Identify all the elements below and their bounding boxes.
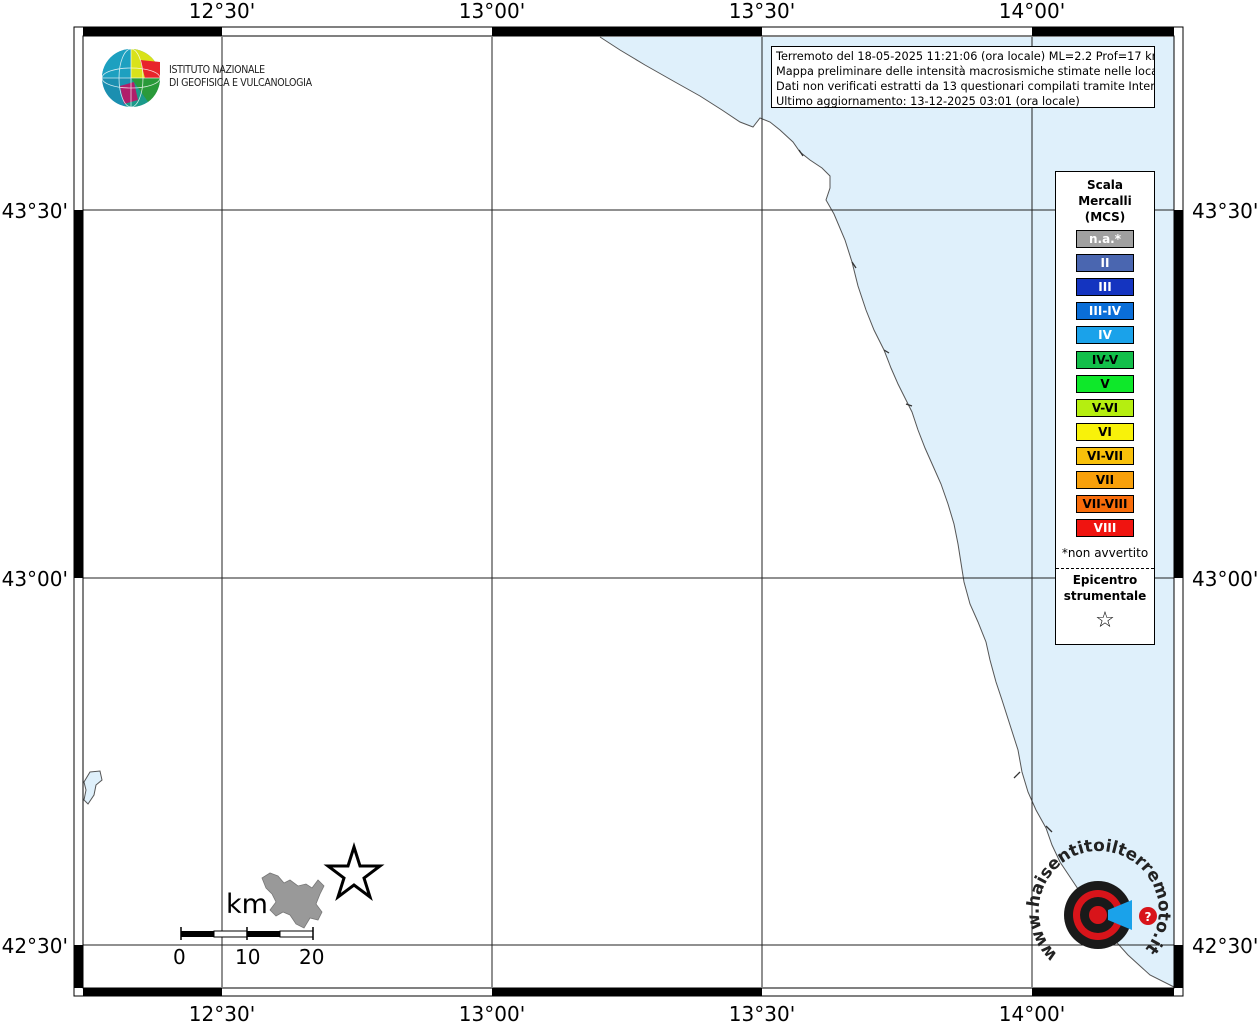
scale-label: 0 [173, 945, 186, 969]
lon-label: 12°30' [189, 0, 255, 23]
lon-label: 14°00' [999, 0, 1065, 23]
legend-epicenter: Epicentro strumentale ☆ [1056, 572, 1154, 634]
lat-label: 43°30' [1192, 199, 1257, 223]
lon-label: 13°30' [729, 1002, 795, 1024]
legend-title: Scala Mercalli (MCS) [1056, 172, 1154, 225]
lat-label: 42°30' [1192, 934, 1257, 958]
legend-swatch: n.a.* [1076, 230, 1134, 248]
ingv-line2: DI GEOFISICA E VULCANOLOGIA [169, 77, 312, 89]
ingv-logo-icon [101, 48, 161, 108]
lat-labels-right: 43°30' 43°00' 42°30' [1192, 199, 1257, 958]
data-source-note: Dati non verificati estratti da 13 quest… [776, 80, 1155, 93]
legend-swatch: II [1076, 254, 1134, 273]
lat-label: 43°00' [2, 567, 68, 591]
scale-label: 10 [235, 945, 261, 969]
lat-label: 43°30' [2, 199, 68, 223]
legend-swatch: VI-VII [1076, 446, 1134, 465]
scale-label: 20 [299, 945, 325, 969]
intensity-legend: Scala Mercalli (MCS) n.a.* II III III-IV IV I… [1055, 171, 1155, 645]
scale-unit: km [226, 889, 268, 920]
legend-swatch: V-VI [1076, 398, 1134, 417]
legend-swatch: VII-VIII [1076, 495, 1134, 514]
lat-label: 42°30' [2, 934, 68, 958]
legend-note: *non avvertito [1061, 546, 1149, 560]
lake [83, 770, 103, 805]
italy-inset-icon [261, 872, 325, 929]
lon-labels-top: 12°30' 13°00' 13°30' 14°00' [189, 0, 1065, 23]
legend-epicenter-line: Epicentro [1072, 573, 1138, 587]
legend-swatch: VII [1076, 471, 1134, 489]
legend-title-line: Mercalli [1078, 194, 1132, 208]
lon-label: 13°00' [459, 0, 525, 23]
legend-star-icon: ☆ [1095, 608, 1115, 633]
lat-labels-left: 43°30' 43°00' 42°30' [2, 199, 68, 958]
legend-title-line: Scala [1086, 178, 1124, 192]
legend-swatch: IV [1076, 326, 1134, 345]
legend-title-line: (MCS) [1084, 210, 1126, 224]
legend-divider [1056, 568, 1154, 569]
last-update: Ultimo aggiornamento: 13-12-2025 03:01 (… [776, 95, 1080, 108]
event-line: Terremoto del 18-05-2025 11:21:06 (ora l… [776, 50, 1155, 63]
legend-swatch: VI [1076, 422, 1134, 441]
legend-swatch: IV-V [1076, 350, 1134, 369]
legend-epicenter-line: strumentale [1063, 589, 1147, 603]
lat-label: 43°00' [1192, 567, 1257, 591]
lon-label: 13°30' [729, 0, 795, 23]
svg-text:?: ? [1145, 910, 1152, 924]
legend-swatch: VIII [1076, 519, 1134, 538]
map-description: Mappa preliminare delle intensità macros… [776, 65, 1155, 78]
lon-labels-bottom: 12°30' 13°00' 13°30' 14°00' [189, 1002, 1065, 1024]
legend-swatch: III-IV [1076, 302, 1134, 321]
epicenter-star-icon[interactable] [323, 842, 385, 902]
event-info-box: Terremoto del 18-05-2025 11:21:06 (ora l… [771, 46, 1155, 108]
ingv-line1: ISTITUTO NAZIONALE [169, 64, 265, 76]
scale-bar [180, 927, 314, 940]
legend-swatch: V [1076, 374, 1134, 393]
lon-label: 13°00' [459, 1002, 525, 1024]
lon-label: 12°30' [189, 1002, 255, 1024]
lon-label: 14°00' [999, 1002, 1065, 1024]
ingv-name: ISTITUTO NAZIONALE DI GEOFISICA E VULCAN… [169, 64, 312, 90]
legend-swatch: III [1076, 278, 1134, 297]
